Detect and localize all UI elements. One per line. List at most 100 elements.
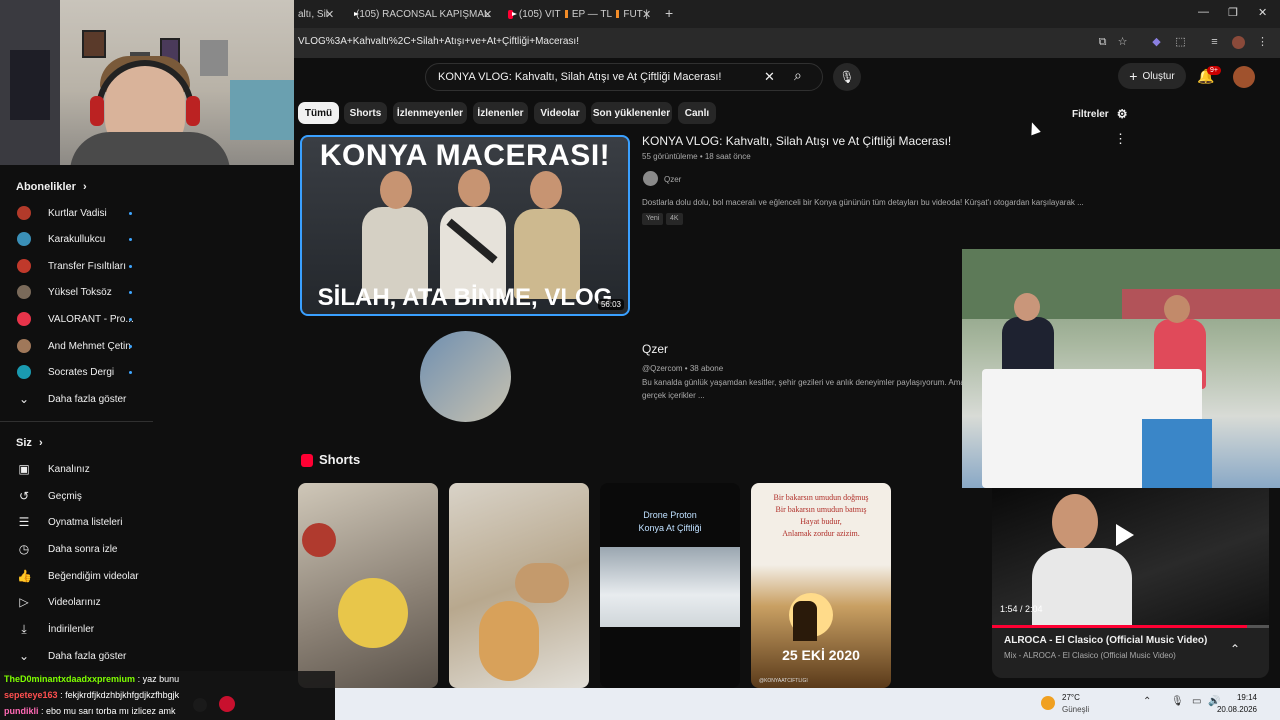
short-item[interactable]: Drone Proton Konya At Çiftliği <box>600 483 740 688</box>
shorts-icon <box>301 454 313 467</box>
profile-avatar-icon[interactable] <box>1232 36 1245 49</box>
shorts-heading: Shorts <box>319 452 361 467</box>
create-button[interactable]: + Oluştur <box>1118 63 1186 89</box>
sidebar-item-transfer-fisiltilari[interactable]: Transfer Fısıltıları <box>0 253 153 279</box>
browser-tab[interactable]: altı, Sil <box>298 4 342 24</box>
photo-overlay <box>962 249 1280 488</box>
browser-tab[interactable]: (105) RACONSAL KAPIŞMALAR <box>350 4 490 24</box>
extension-icon[interactable]: ◆ <box>1150 36 1163 49</box>
sidebar-item-your-channel[interactable]: ▣ Kanalınız <box>0 456 153 482</box>
taskbar-app-icon[interactable] <box>219 696 235 712</box>
maximize-icon[interactable]: ❐ <box>1228 6 1238 19</box>
more-options-icon[interactable]: ⋮ <box>1114 131 1127 147</box>
miniplayer-video[interactable]: 1:54 / 2:04 <box>992 488 1269 625</box>
channel-card-stats: @Qzercom • 38 abone <box>642 364 724 373</box>
thumbnail-subtitle: SİLAH, ATA BİNME, VLOG <box>317 284 613 311</box>
thumbnail-person-head <box>380 171 412 209</box>
new-content-dot <box>129 264 132 268</box>
like-icon: 👍 <box>17 569 32 583</box>
chip-recently-uploaded[interactable]: Son yüklenenler <box>591 102 672 124</box>
new-tab-icon[interactable]: + <box>665 5 673 21</box>
chevron-right-icon: › <box>38 437 43 449</box>
sidebar-item-valorant[interactable]: VALORANT - Pro... <box>0 306 153 332</box>
chip-all[interactable]: Tümü <box>298 102 339 124</box>
sidebar-item-karakullukcu[interactable]: Karakullukcu <box>0 226 153 252</box>
chip-live[interactable]: Canlı <box>678 102 716 124</box>
pastry <box>479 601 539 681</box>
channel-name[interactable]: Qzer <box>664 175 681 184</box>
mic-icon[interactable]: 🎙 <box>833 63 861 91</box>
new-content-dot <box>129 317 132 321</box>
short-item[interactable] <box>298 483 438 688</box>
account-avatar[interactable] <box>1233 66 1255 88</box>
taskbar-app-icon[interactable] <box>193 698 207 712</box>
close-window-icon[interactable]: ✕ <box>1258 6 1267 19</box>
sidebar-item-yuksel-toksoz[interactable]: Yüksel Toksöz <box>0 279 153 305</box>
sidebar: Abonelikler › Kurtlar Vadisi Karakullukc… <box>0 165 153 675</box>
miniplayer[interactable]: 1:54 / 2:04 ALROCA - El Clasico (Officia… <box>992 488 1269 678</box>
video-title[interactable]: KONYA VLOG: Kahvaltı, Silah Atışı ve At … <box>642 134 951 148</box>
short-caption: Konya At Çiftliği <box>638 523 702 533</box>
chip-unwatched[interactable]: İzlenmeyenler <box>393 102 467 124</box>
close-tab-icon[interactable]: ✕ <box>325 8 334 21</box>
expand-chevron-icon[interactable]: ⌃ <box>1230 642 1240 656</box>
new-content-dot <box>129 211 132 215</box>
sidebar-item-playlists[interactable]: ☰ Oynatma listeleri <box>0 509 153 535</box>
chevron-right-icon: › <box>82 181 87 193</box>
short-poem: Bir bakarsın umudun doğmuş <box>773 493 869 502</box>
thumbnail-title: KONYA MACERASI! <box>319 139 611 172</box>
show-more-you-button[interactable]: ⌄ Daha fazla göster <box>0 643 153 669</box>
close-tab-icon[interactable]: ✕ <box>642 8 651 21</box>
sidebar-item-history[interactable]: ↺ Geçmiş <box>0 483 153 509</box>
search-icon[interactable]: ⌕ <box>794 67 802 84</box>
snowy-landscape <box>600 547 740 627</box>
chevron-up-icon[interactable]: ⌃ <box>1143 696 1151 707</box>
sidebar-item-downloads[interactable]: ⤓ İndirilenler <box>0 616 153 642</box>
show-more-subscriptions-button[interactable]: ⌄ Daha fazla göster <box>0 386 153 412</box>
url-field[interactable]: VLOG%3A+Kahvaltı%2C+Silah+Atışı+ve+At+Çi… <box>298 36 579 47</box>
browser-tab[interactable]: (105) VIT EP — TL FUT | <box>508 4 648 24</box>
sidebar-item-and-mehmet-cetin[interactable]: And Mehmet Çetin <box>0 333 153 359</box>
chip-shorts[interactable]: Shorts <box>344 102 387 124</box>
subscriptions-heading[interactable]: Abonelikler › <box>16 181 87 193</box>
you-heading[interactable]: Siz › <box>16 437 43 449</box>
media-controls-icon[interactable]: ≡ <box>1208 36 1221 49</box>
short-item[interactable] <box>449 483 589 688</box>
bookmark-star-icon[interactable]: ☆ <box>1116 36 1129 49</box>
sidebar-item-liked-videos[interactable]: 👍 Beğendiğim videolar <box>0 563 153 589</box>
channel-card-description-2: gerçek içerikler ... <box>642 391 705 400</box>
browser-menu-icon[interactable]: ⋮ <box>1256 36 1269 49</box>
webcam-overlay <box>0 0 294 165</box>
sidebar-item-your-videos[interactable]: ▷ Videolarınız <box>0 589 153 615</box>
sliders-icon: ⚙ <box>1116 107 1128 121</box>
weather-sun-icon <box>1041 696 1055 710</box>
minimize-icon[interactable]: — <box>1198 6 1209 18</box>
chip-watched[interactable]: İzlenenler <box>473 102 528 124</box>
miniplayer-title[interactable]: ALROCA - El Clasico (Official Music Vide… <box>1004 635 1207 646</box>
sidebar-item-watch-later[interactable]: ◷ Daha sonra izle <box>0 536 153 562</box>
channel-card-name[interactable]: Qzer <box>642 342 668 356</box>
chat-message: pundikli : ebo mu sarı torba mı izlicez … <box>4 706 176 716</box>
video-stats: 55 görüntüleme • 18 saat önce <box>642 152 751 161</box>
channel-card-avatar[interactable] <box>420 331 511 422</box>
progress-track[interactable] <box>992 625 1269 628</box>
extensions-puzzle-icon[interactable]: ⬚ <box>1174 36 1187 49</box>
pastry <box>515 563 569 603</box>
clear-search-icon[interactable]: ✕ <box>764 69 775 85</box>
miniplayer-time: 1:54 / 2:04 <box>1000 604 1043 614</box>
chip-videos[interactable]: Videolar <box>534 102 586 124</box>
close-tab-icon[interactable]: ✕ <box>483 8 492 21</box>
sidebar-item-socrates-dergi[interactable]: Socrates Dergi <box>0 359 153 385</box>
taskbar: 27°C Güneşli ⌃ 🎙 ▭ 🔊 19:14 20.08.2026 <box>193 688 1280 720</box>
short-item[interactable]: Bir bakarsın umudun doğmuş Bir bakarsın … <box>751 483 891 688</box>
install-app-icon[interactable]: ⧉ <box>1096 36 1109 49</box>
notifications-badge: 9+ <box>1207 66 1221 75</box>
channel-avatar[interactable] <box>643 171 658 186</box>
play-icon[interactable] <box>1116 524 1134 546</box>
sidebar-item-kurtlar-vadisi[interactable]: Kurtlar Vadisi <box>0 200 153 226</box>
filters-button[interactable]: Filtreler ⚙ <box>1072 107 1127 121</box>
video-thumbnail[interactable]: KONYA MACERASI! SİLAH, ATA BİNME, VLOG 5… <box>300 135 630 316</box>
mic-tray-icon[interactable]: 🎙 <box>1171 696 1184 707</box>
network-icon[interactable]: ▭ <box>1192 696 1201 707</box>
search-input[interactable]: KONYA VLOG: Kahvaltı, Silah Atışı ve At … <box>425 63 823 91</box>
